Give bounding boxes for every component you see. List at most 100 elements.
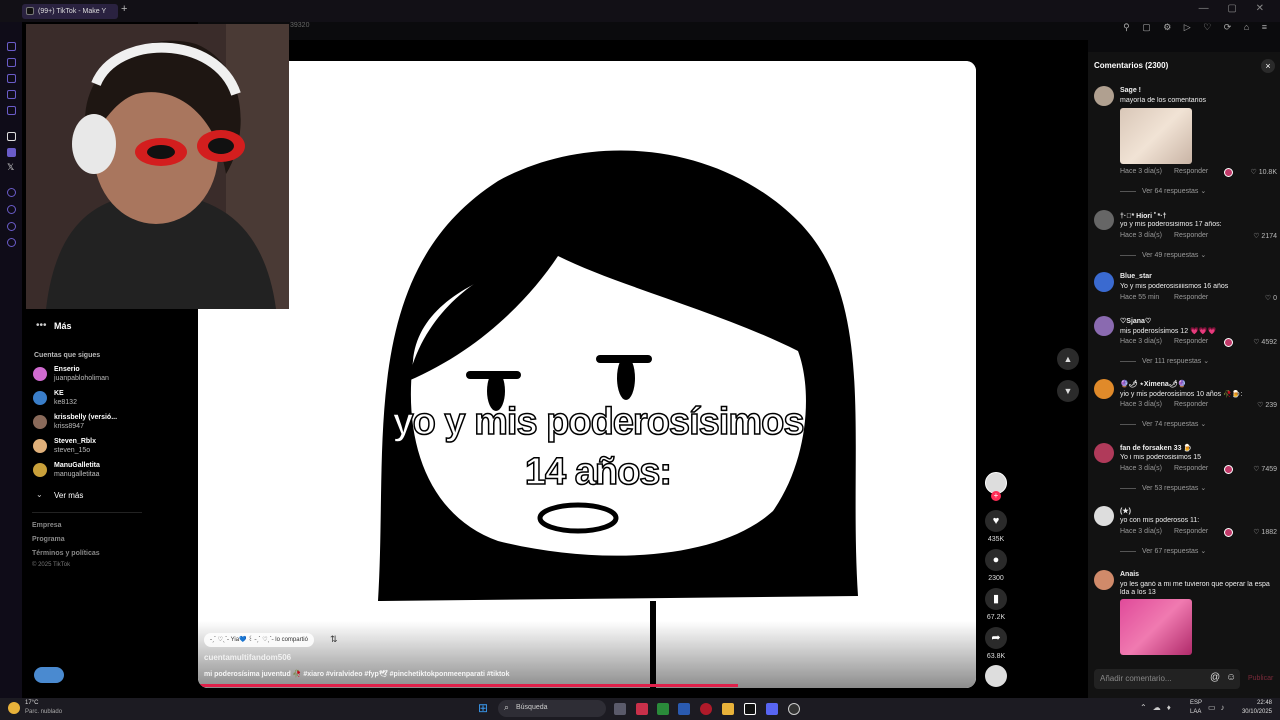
account-name[interactable]: krissbelly (versió... bbox=[54, 414, 117, 421]
taskbar-search[interactable]: ⌕ Búsqueda bbox=[498, 700, 606, 717]
comment-username[interactable]: Sage ! bbox=[1120, 87, 1141, 94]
language-2[interactable]: LAA bbox=[1190, 709, 1201, 715]
footer-link[interactable]: Empresa bbox=[32, 522, 62, 529]
commenter-avatar[interactable] bbox=[1094, 272, 1114, 292]
comment-username[interactable]: fan de forsaken 33 🍺 bbox=[1120, 444, 1192, 452]
rail-icon[interactable] bbox=[7, 90, 16, 99]
footer-link[interactable]: Programa bbox=[32, 536, 65, 543]
network-volume-icons[interactable]: ▭♪ bbox=[1208, 703, 1230, 712]
rail-icon[interactable] bbox=[7, 132, 16, 141]
account-avatar[interactable] bbox=[33, 415, 47, 429]
view-replies-button[interactable]: Ver 74 respuestas ⌄ bbox=[1120, 420, 1206, 428]
window-controls[interactable]: — ▢ ✕ bbox=[1199, 3, 1272, 14]
reply-button[interactable]: Responder bbox=[1174, 232, 1208, 239]
more-label[interactable]: Más bbox=[54, 321, 72, 331]
account-avatar[interactable] bbox=[33, 367, 47, 381]
publish-button[interactable]: Publicar bbox=[1248, 675, 1273, 682]
view-replies-button[interactable]: Ver 111 respuestas ⌄ bbox=[1120, 357, 1209, 365]
commenter-avatar[interactable] bbox=[1094, 210, 1114, 230]
commenter-avatar[interactable] bbox=[1094, 316, 1114, 336]
commenter-avatar[interactable] bbox=[1094, 86, 1114, 106]
reply-button[interactable]: Responder bbox=[1174, 338, 1208, 345]
comment-like[interactable]: ♡ 4592 bbox=[1253, 338, 1277, 346]
comment-button[interactable]: ● bbox=[985, 549, 1007, 571]
chevron-down-icon[interactable]: ⌄ bbox=[36, 490, 43, 499]
like-button[interactable]: ♥ bbox=[985, 510, 1007, 532]
commenter-avatar[interactable] bbox=[1094, 443, 1114, 463]
video-player[interactable]: yo y mis poderosísimos 14 años: ˗ˏˋ ♡ˎˊ˗… bbox=[198, 61, 976, 688]
comment-image-baby[interactable] bbox=[1120, 108, 1192, 164]
rail-icon[interactable] bbox=[7, 188, 16, 197]
account-name[interactable]: KE bbox=[54, 390, 64, 397]
reply-button[interactable]: Responder bbox=[1174, 528, 1208, 535]
extension-toggle[interactable] bbox=[34, 667, 64, 683]
commenter-avatar[interactable] bbox=[1094, 379, 1114, 399]
comment-username[interactable]: Anais bbox=[1120, 571, 1139, 578]
comment-like[interactable]: ♡ 7459 bbox=[1253, 465, 1277, 473]
see-more-link[interactable]: Ver más bbox=[54, 491, 83, 500]
comment-username[interactable]: 🔮🌶 ⋆Ximena🌶🔮 bbox=[1120, 380, 1186, 388]
rail-icon[interactable] bbox=[7, 148, 16, 157]
shared-by-pill[interactable]: ˗ˏˋ ♡ˎˊ˗ Yia💙 ꒰ ˗ˏˋ ♡ˎˊ˗ lo compartió bbox=[204, 633, 314, 647]
system-tray-icons[interactable]: ⌃☁♦ bbox=[1140, 703, 1177, 712]
comment-username[interactable]: (★) bbox=[1120, 507, 1131, 515]
comment-image-selfie[interactable] bbox=[1120, 599, 1192, 655]
account-avatar[interactable] bbox=[33, 463, 47, 477]
comment-like[interactable]: ♡ 2174 bbox=[1253, 232, 1277, 240]
windows-start-icon[interactable]: ⊞ bbox=[478, 702, 491, 715]
tab-tiktok[interactable]: (99+) TikTok - Make Y bbox=[22, 4, 118, 19]
account-avatar[interactable] bbox=[33, 439, 47, 453]
discord-icon[interactable] bbox=[766, 703, 778, 715]
commenter-avatar[interactable] bbox=[1094, 570, 1114, 590]
reply-button[interactable]: Responder bbox=[1174, 294, 1208, 301]
follow-plus-icon[interactable]: + bbox=[991, 491, 1001, 501]
browser-toolbar-icons[interactable]: ⚲ ▢ ⚙ ▷ ♡ ⟳ ⌂ ≡ bbox=[1123, 22, 1272, 33]
previous-video-button[interactable]: ▲ bbox=[1057, 348, 1079, 370]
language-1[interactable]: ESP bbox=[1190, 700, 1202, 706]
commenter-avatar[interactable] bbox=[1094, 506, 1114, 526]
rail-icon[interactable] bbox=[7, 222, 16, 231]
repost-icon[interactable]: ⇅ bbox=[330, 634, 338, 645]
emoji-icon[interactable]: ☺ bbox=[1226, 672, 1236, 683]
calendar-app-icon[interactable] bbox=[636, 703, 648, 715]
comment-username[interactable]: Blue_star bbox=[1120, 273, 1152, 280]
comment-like[interactable]: ♡ 0 bbox=[1265, 294, 1277, 302]
task-view-icon[interactable] bbox=[614, 703, 626, 715]
reply-button[interactable]: Responder bbox=[1174, 465, 1208, 472]
rail-icon[interactable] bbox=[7, 74, 16, 83]
account-name[interactable]: ManuGalletita bbox=[54, 462, 100, 469]
save-button[interactable]: ▮ bbox=[985, 588, 1007, 610]
reply-button[interactable]: Responder bbox=[1174, 168, 1208, 175]
comment-like[interactable]: ♡ 239 bbox=[1257, 401, 1277, 409]
reply-button[interactable]: Responder bbox=[1174, 401, 1208, 408]
close-icon[interactable]: × bbox=[1261, 59, 1275, 73]
vscode-icon[interactable] bbox=[678, 703, 690, 715]
view-replies-button[interactable]: Ver 53 respuestas ⌄ bbox=[1120, 484, 1206, 492]
footer-link[interactable]: Términos y políticas bbox=[32, 550, 100, 557]
view-replies-button[interactable]: Ver 64 respuestas ⌄ bbox=[1120, 187, 1206, 195]
rail-icon[interactable] bbox=[7, 205, 16, 214]
video-author[interactable]: cuentamultifandom506 bbox=[204, 653, 291, 662]
account-avatar[interactable] bbox=[33, 391, 47, 405]
rail-icon[interactable] bbox=[7, 58, 16, 67]
account-name[interactable]: Enserio bbox=[54, 366, 80, 373]
sound-avatar[interactable] bbox=[985, 665, 1007, 687]
capcut-icon[interactable] bbox=[744, 703, 756, 715]
x-icon[interactable]: 𝕏 bbox=[7, 162, 14, 173]
share-button[interactable]: ➦ bbox=[985, 627, 1007, 649]
weather-icon[interactable] bbox=[8, 702, 20, 714]
opera-icon[interactable] bbox=[700, 703, 712, 715]
view-replies-button[interactable]: Ver 49 respuestas ⌄ bbox=[1120, 251, 1206, 259]
account-name[interactable]: Steven_Rblx bbox=[54, 438, 96, 445]
xbox-icon[interactable] bbox=[657, 703, 669, 715]
comment-username[interactable]: †·ﾟ* Hiori ﾟ*·† bbox=[1120, 211, 1166, 221]
comment-like[interactable]: ♡ 1882 bbox=[1253, 528, 1277, 536]
rail-icon[interactable] bbox=[7, 106, 16, 115]
next-video-button[interactable]: ▼ bbox=[1057, 380, 1079, 402]
comment-username[interactable]: ♡Sjana♡ bbox=[1120, 317, 1151, 325]
comment-like[interactable]: ♡ 10.8K bbox=[1250, 168, 1277, 176]
view-replies-button[interactable]: Ver 67 respuestas ⌄ bbox=[1120, 547, 1206, 555]
video-progress-bar[interactable] bbox=[198, 684, 738, 687]
obs-icon[interactable] bbox=[788, 703, 800, 715]
rail-icon[interactable] bbox=[7, 42, 16, 51]
